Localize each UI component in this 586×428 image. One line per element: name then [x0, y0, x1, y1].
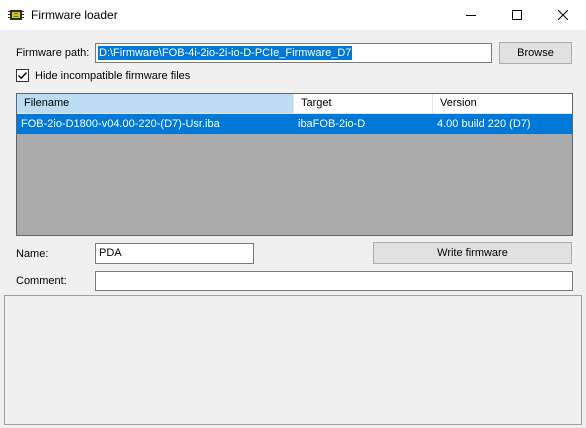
minimize-button[interactable]	[448, 0, 494, 30]
column-header-filename[interactable]: Filename	[17, 94, 294, 114]
maximize-button[interactable]	[494, 0, 540, 30]
name-value: PDA	[99, 247, 122, 259]
firmware-path-input[interactable]: D:\Firmware\FOB-4i-2io-2i-io-D-PCIe_Firm…	[95, 43, 492, 63]
firmware-table[interactable]: Filename Target Version FOB-2io-D1800-v0…	[16, 93, 573, 236]
comment-label: Comment:	[16, 275, 67, 287]
write-firmware-button[interactable]: Write firmware	[373, 242, 572, 264]
name-input[interactable]: PDA	[95, 243, 254, 264]
hide-incompatible-checkbox[interactable]	[16, 69, 29, 82]
chip-icon	[8, 8, 24, 22]
maximize-icon	[512, 10, 522, 20]
window-title: Firmware loader	[31, 8, 118, 22]
column-header-version[interactable]: Version	[433, 94, 572, 114]
browse-button[interactable]: Browse	[499, 42, 572, 64]
log-output-area[interactable]	[4, 295, 582, 425]
hide-incompatible-label[interactable]: Hide incompatible firmware files	[35, 70, 190, 82]
checkmark-icon	[18, 72, 28, 80]
row-target: ibaFOB-2io-D	[298, 118, 366, 130]
comment-input[interactable]	[95, 271, 573, 291]
row-version: 4.00 build 220 (D7)	[437, 118, 531, 130]
firmware-path-value: D:\Firmware\FOB-4i-2io-2i-io-D-PCIe_Firm…	[98, 46, 353, 60]
table-row[interactable]: FOB-2io-D1800-v04.00-220-(D7)-Usr.iba ib…	[17, 114, 572, 134]
name-label: Name:	[16, 248, 49, 260]
column-header-target[interactable]: Target	[294, 94, 433, 114]
firmware-path-label: Firmware path:	[16, 47, 90, 59]
close-icon	[558, 10, 568, 20]
browse-button-label: Browse	[517, 47, 554, 59]
row-filename: FOB-2io-D1800-v04.00-220-(D7)-Usr.iba	[21, 118, 220, 130]
minimize-icon	[466, 15, 476, 16]
title-bar: Firmware loader	[0, 0, 586, 30]
close-button[interactable]	[540, 0, 586, 30]
write-firmware-label: Write firmware	[437, 247, 508, 259]
